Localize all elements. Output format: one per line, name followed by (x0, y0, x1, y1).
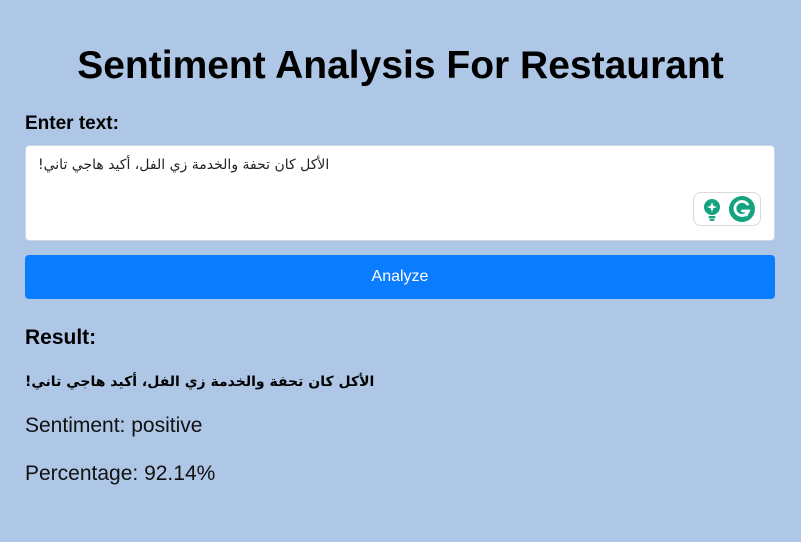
text-input-container (25, 145, 775, 241)
analyze-button[interactable]: Analyze (25, 255, 775, 299)
grammarly-widget[interactable] (693, 192, 761, 226)
sentiment-value: Sentiment: positive (25, 414, 203, 437)
percentage-value: Percentage: 92.14% (25, 462, 216, 485)
result-heading: Result: (25, 326, 97, 349)
page-title: Sentiment Analysis For Restaurant (77, 44, 724, 87)
bulb-icon[interactable] (699, 196, 725, 222)
result-text: الأكل كان تحفة والخدمة زي الفل، أكيد هاج… (25, 374, 375, 390)
grammarly-icon[interactable] (728, 195, 756, 223)
input-label: Enter text: (25, 113, 119, 134)
page: Sentiment Analysis For Restaurant Enter … (0, 0, 801, 542)
text-input[interactable] (26, 146, 774, 240)
